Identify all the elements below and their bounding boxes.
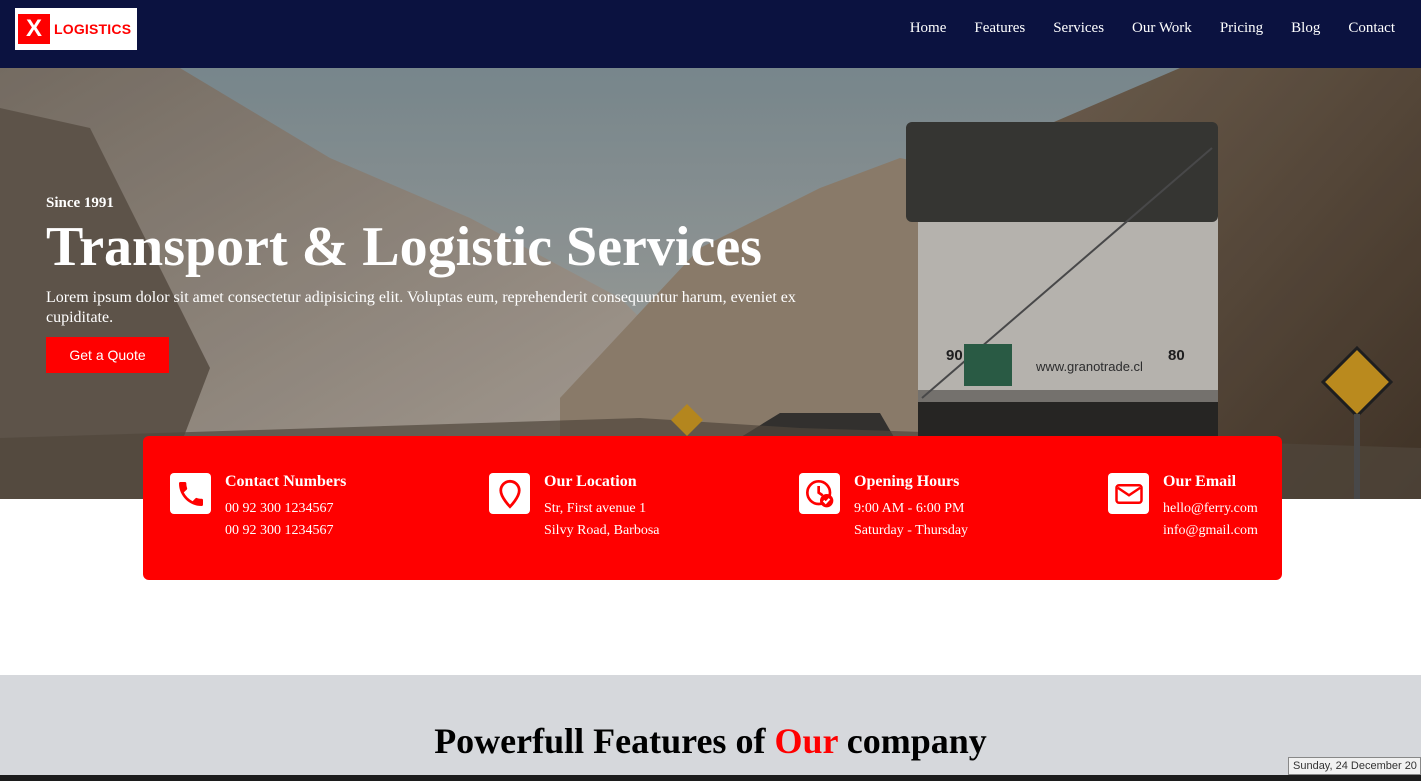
navbar: X LOGISTICS Home Features Services Our W… (0, 0, 1421, 68)
nav-services[interactable]: Services (1053, 20, 1104, 37)
features-title: Powerfull Features of Our company (0, 720, 1421, 762)
hero-description: Lorem ipsum dolor sit amet consectetur a… (46, 289, 796, 326)
info-contact-numbers: Contact Numbers 00 92 300 1234567 00 92 … (170, 473, 346, 542)
features-title-accent: Our (774, 721, 838, 761)
features-title-end: company (837, 721, 987, 761)
info-line: Silvy Road, Barbosa (544, 523, 660, 538)
info-title: Contact Numbers (225, 473, 347, 490)
logo-mark: X (18, 14, 50, 44)
contact-info-bar: Contact Numbers 00 92 300 1234567 00 92 … (143, 436, 1282, 580)
logo-text: LOGISTICS (54, 21, 132, 37)
info-location: Our Location Str, First avenue 1 Silvy R… (489, 473, 660, 542)
brand-logo[interactable]: X LOGISTICS (15, 8, 137, 50)
info-email: Our Email hello@ferry.com info@gmail.com (1108, 473, 1258, 542)
info-line: Str, First avenue 1 (544, 501, 647, 516)
info-title: Opening Hours (854, 473, 960, 490)
clock-icon (799, 473, 840, 514)
nav-pricing[interactable]: Pricing (1220, 20, 1263, 37)
taskbar (0, 775, 1421, 781)
nav-blog[interactable]: Blog (1291, 20, 1320, 37)
nav-our-work[interactable]: Our Work (1132, 20, 1192, 37)
nav-home[interactable]: Home (910, 20, 947, 37)
hero-eyebrow: Since 1991 (46, 195, 114, 211)
info-line: 00 92 300 1234567 (225, 501, 334, 516)
hero-title: Transport & Logistic Services (46, 216, 762, 278)
info-title: Our Email (1163, 473, 1237, 490)
nav-contact[interactable]: Contact (1348, 20, 1395, 37)
features-section: Powerfull Features of Our company (0, 675, 1421, 781)
phone-icon (170, 473, 211, 514)
info-line: 00 92 300 1234567 (225, 523, 334, 538)
info-line: Saturday - Thursday (854, 523, 969, 538)
info-line[interactable]: hello@ferry.com (1163, 498, 1258, 520)
info-line[interactable]: info@gmail.com (1163, 520, 1258, 542)
info-opening-hours: Opening Hours 9:00 AM - 6:00 PM Saturday… (799, 473, 968, 542)
nav-features[interactable]: Features (974, 20, 1025, 37)
mail-icon (1108, 473, 1149, 514)
info-title: Our Location (544, 473, 637, 490)
get-quote-button[interactable]: Get a Quote (46, 337, 169, 373)
info-line: 9:00 AM - 6:00 PM (854, 501, 965, 516)
hero-overlay (0, 68, 1421, 499)
hero-section: www.granotrade.cl 90 80 Since 1991 Trans… (0, 68, 1421, 499)
date-tooltip: Sunday, 24 December 20 (1288, 757, 1421, 775)
features-title-start: Powerfull Features of (434, 721, 775, 761)
location-pin-icon (489, 473, 530, 514)
main-nav: Home Features Services Our Work Pricing … (910, 20, 1395, 37)
